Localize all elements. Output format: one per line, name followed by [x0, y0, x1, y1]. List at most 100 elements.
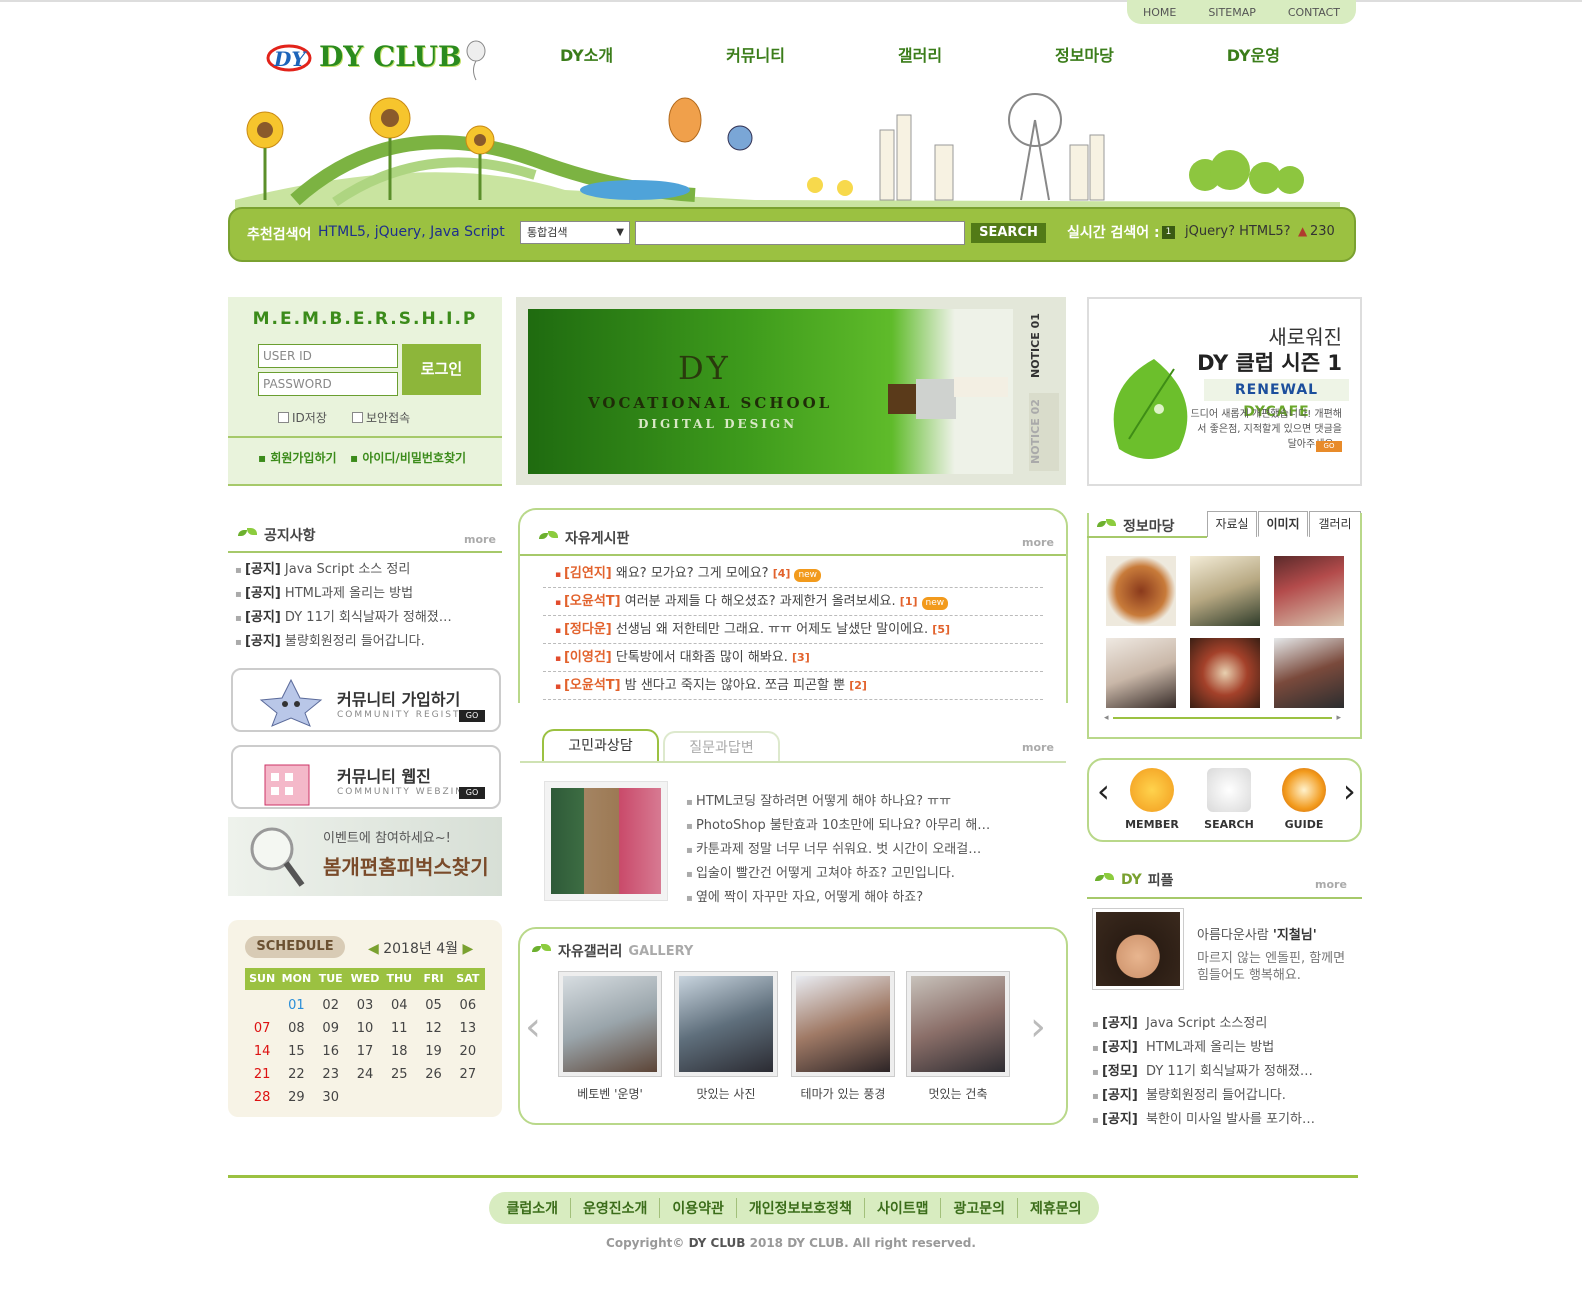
info-thumbnail[interactable] [1106, 638, 1176, 708]
list-item[interactable]: [공지] Java Script 소스 정리 [235, 558, 497, 582]
footer-link-staff[interactable]: 운영진소개 [571, 1198, 661, 1218]
notice-more-link[interactable]: more [464, 533, 496, 546]
calendar-day[interactable]: 05 [416, 994, 450, 1017]
search-input[interactable] [635, 221, 965, 245]
list-item[interactable]: [공지] HTML과제 올리는 방법 [235, 582, 497, 606]
list-item[interactable]: [공지] 불량회원정리 들어갑니다. [235, 630, 497, 654]
list-item[interactable]: [공지] DY 11기 회식날짜가 정해졌… [235, 606, 497, 630]
calendar-day[interactable]: 07 [245, 1017, 279, 1040]
realtime-keyword[interactable]: jQuery? HTML5? [1185, 224, 1291, 239]
qna-more-link[interactable]: more [1022, 741, 1054, 754]
board-row[interactable]: ▪ [이영건] 단톡방에서 대화좀 많이 해봐요. [3] [543, 644, 1043, 672]
tab-counsel[interactable]: 고민과상담 [542, 729, 659, 761]
gallery-item[interactable] [674, 971, 778, 1077]
calendar-day[interactable]: 13 [451, 1017, 485, 1040]
board-more-link[interactable]: more [1022, 536, 1054, 549]
calendar-day[interactable]: 21 [245, 1063, 279, 1086]
gallery-item[interactable] [906, 971, 1010, 1077]
calendar-day[interactable]: 14 [245, 1040, 279, 1063]
calendar-day[interactable]: 08 [279, 1017, 313, 1040]
calendar-day[interactable]: 03 [348, 994, 382, 1017]
chevron-left-icon[interactable]: ‹ [525, 1004, 541, 1050]
gallery-item[interactable] [558, 971, 662, 1077]
util-contact-link[interactable]: CONTACT [1288, 6, 1340, 19]
find-account-link[interactable]: ▪ 아이디/비밀번호찾기 [350, 449, 466, 466]
chevron-right-icon[interactable]: › [1343, 772, 1356, 810]
board-row[interactable]: ▪ [김연지] 왜요? 모가요? 그게 모에요? [4] new [543, 560, 1043, 588]
calendar-day[interactable]: 04 [382, 994, 416, 1017]
login-button[interactable]: 로그인 [402, 344, 481, 395]
site-logo[interactable]: DY DY CLUB [265, 36, 462, 76]
scroll-right-icon[interactable]: ▸ [1336, 713, 1341, 723]
scroll-left-icon[interactable]: ◂ [1104, 713, 1109, 723]
chevron-right-icon[interactable]: › [1030, 1004, 1046, 1050]
list-item[interactable]: 입술이 빨간건 어떻게 고쳐야 하죠? 고민입니다. [686, 862, 1046, 886]
footer-link-terms[interactable]: 이용약관 [660, 1198, 737, 1218]
next-month-icon[interactable]: ▶ [462, 941, 473, 957]
nav-community[interactable]: 커뮤니티 [726, 42, 785, 66]
calendar-day[interactable]: 23 [314, 1063, 348, 1086]
event-banner[interactable]: 이벤트에 참여하세요~! 봄개편홈피벅스찾기 [228, 817, 502, 896]
footer-link-privacy[interactable]: 개인정보보호정책 [737, 1198, 865, 1218]
util-sitemap-link[interactable]: SITEMAP [1208, 6, 1256, 19]
footer-link-partnership[interactable]: 제휴문의 [1018, 1198, 1094, 1218]
calendar-day[interactable]: 02 [314, 994, 348, 1017]
list-item[interactable]: PhotoShop 불탄효과 10초만에 되나요? 아무리 해… [686, 814, 1046, 838]
community-webzine-banner[interactable]: 커뮤니티 웹진 COMMUNITY WEBZINE GO [231, 745, 501, 809]
password-field[interactable]: PASSWORD [258, 372, 398, 396]
quick-search[interactable]: SEARCH [1194, 768, 1264, 831]
search-button[interactable]: SEARCH [971, 223, 1046, 243]
renewal-ad-banner[interactable]: 새로워진 DY 클럽 시즌 1 RENEWAL DYCAFE 드디어 새롭게 개… [1087, 297, 1362, 486]
visual-image[interactable]: DY VOCATIONAL SCHOOL DIGITAL DESIGN [528, 309, 1013, 474]
info-scrollbar[interactable]: ◂ ▸ [1104, 713, 1341, 723]
board-row[interactable]: ▪ [정다운] 선생님 왜 저한테만 그래요. ㅠㅠ 어제도 날샜단 말이에요.… [543, 616, 1043, 644]
recommend-keywords[interactable]: HTML5, jQuery, Java Script [318, 224, 505, 240]
board-row[interactable]: ▪ [오윤석T] 밤 샌다고 죽지는 않아요. 쪼금 피곤할 뿐 [2] [543, 672, 1043, 700]
list-item[interactable]: [공지] HTML과제 올리는 방법 [1092, 1036, 1360, 1060]
info-thumbnail[interactable] [1274, 638, 1344, 708]
quick-guide[interactable]: GUIDE [1269, 768, 1339, 831]
join-link[interactable]: ▪ 회원가입하기 [258, 449, 337, 466]
calendar-day[interactable]: 16 [314, 1040, 348, 1063]
chevron-left-icon[interactable]: ‹ [1097, 772, 1110, 810]
calendar-day[interactable]: 18 [382, 1040, 416, 1063]
calendar-day[interactable]: 01 [279, 994, 313, 1017]
list-item[interactable]: HTML코딩 잘하려면 어떻게 해야 하나요? ㅠㅠ [686, 790, 1046, 814]
save-id-checkbox[interactable]: ID저장 [278, 409, 327, 426]
list-item[interactable]: [공지] Java Script 소스정리 [1092, 1012, 1360, 1036]
qna-thumbnail[interactable] [544, 781, 668, 901]
calendar-day[interactable]: 15 [279, 1040, 313, 1063]
people-photo[interactable] [1092, 908, 1184, 990]
list-item[interactable]: 카툰과제 정말 너무 너무 쉬워요. 벗 시간이 오래걸… [686, 838, 1046, 862]
calendar-day[interactable]: 12 [416, 1017, 450, 1040]
info-thumbnail[interactable] [1190, 556, 1260, 626]
nav-gallery[interactable]: 갤러리 [898, 42, 942, 66]
util-home-link[interactable]: HOME [1143, 6, 1176, 19]
footer-link-club-intro[interactable]: 클럽소개 [494, 1198, 571, 1218]
visual-tab-notice01[interactable]: NOTICE 01 [1029, 311, 1059, 381]
search-scope-select[interactable]: 통합검색 ▼ [520, 221, 630, 244]
go-badge[interactable]: GO [1316, 441, 1342, 452]
calendar-day[interactable]: 29 [279, 1086, 313, 1109]
info-thumbnail[interactable] [1190, 638, 1260, 708]
list-item[interactable]: [공지] 북한이 미사일 발사를 포기하… [1092, 1108, 1360, 1132]
info-thumbnail[interactable] [1106, 556, 1176, 626]
tab-qna[interactable]: 질문과답변 [663, 731, 780, 763]
list-item[interactable]: 옆에 짝이 자꾸만 자요, 어떻게 해야 하죠? [686, 886, 1046, 910]
calendar-day[interactable]: 17 [348, 1040, 382, 1063]
nav-dy-intro[interactable]: DY소개 [560, 42, 613, 66]
footer-link-sitemap[interactable]: 사이트맵 [865, 1198, 942, 1218]
board-row[interactable]: ▪ [오윤석T] 여러분 과제들 다 해오셨죠? 과제한거 올려보세요. [1]… [543, 588, 1043, 616]
calendar-day[interactable]: 10 [348, 1017, 382, 1040]
calendar-day[interactable]: 24 [348, 1063, 382, 1086]
calendar-day[interactable]: 27 [451, 1063, 485, 1086]
secure-login-checkbox[interactable]: 보안접속 [352, 409, 410, 426]
calendar-day[interactable]: 22 [279, 1063, 313, 1086]
footer-link-ads[interactable]: 광고문의 [941, 1198, 1019, 1218]
gallery-item[interactable] [791, 971, 895, 1077]
visual-tab-notice02[interactable]: NOTICE 02 [1029, 393, 1059, 471]
calendar-day[interactable]: 19 [416, 1040, 450, 1063]
calendar-day[interactable]: 11 [382, 1017, 416, 1040]
info-thumbnail[interactable] [1274, 556, 1344, 626]
prev-month-icon[interactable]: ◀ [368, 941, 379, 957]
